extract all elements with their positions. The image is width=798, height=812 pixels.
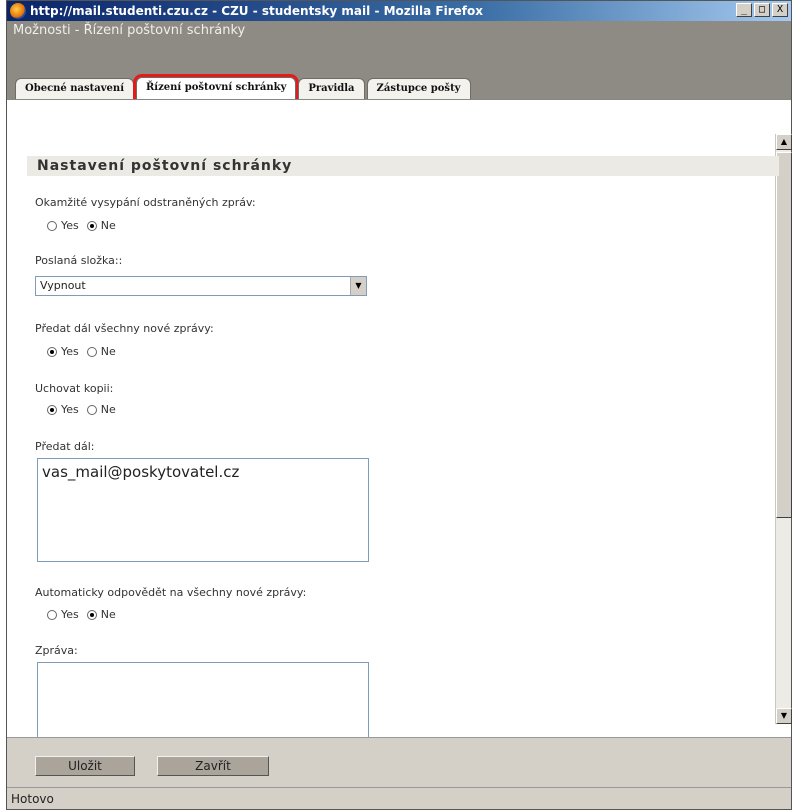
forward-all-no-radio[interactable] (86, 346, 97, 357)
auto-reply-no-label: Ne (100, 608, 116, 621)
purge-yes-label: Yes (61, 219, 79, 232)
keep-copy-label: Uchovat kopii: (35, 382, 114, 395)
keep-copy-yes-label: Yes (61, 403, 79, 416)
footer-bar: Uložit Zavřít (7, 737, 791, 787)
forward-all-no-label: Ne (100, 345, 116, 358)
purge-no-label: Ne (100, 219, 116, 232)
tab-general[interactable]: Obecné nastavení (15, 78, 134, 99)
title-bar: http://mail.studenti.czu.cz - CZU - stud… (7, 1, 791, 21)
purge-yes-radio[interactable] (47, 220, 57, 231)
sent-folder-value: Vypnout (40, 279, 86, 292)
scroll-thumb[interactable] (776, 152, 792, 518)
message-textarea[interactable] (37, 662, 369, 738)
forward-to-label: Předat dál: (35, 440, 95, 453)
tab-mailbox-management[interactable]: Řízení poštovní schránky (132, 74, 300, 102)
forward-all-yes-radio[interactable] (47, 346, 57, 357)
sent-folder-label: Poslaná složka:: (35, 254, 123, 267)
firefox-icon (10, 3, 26, 19)
keep-copy-yes-radio[interactable] (47, 404, 57, 415)
save-button[interactable]: Uložit (35, 756, 135, 776)
close-button[interactable]: X (772, 3, 788, 17)
keep-copy-radio-group: Yes Ne (47, 403, 120, 416)
window-title: http://mail.studenti.czu.cz - CZU - stud… (30, 4, 483, 18)
minimize-button[interactable]: _ (736, 3, 752, 17)
message-label: Zpráva: (35, 644, 78, 657)
maximize-button[interactable]: □ (754, 3, 770, 17)
tab-mail-delegate[interactable]: Zástupce pošty (366, 78, 471, 99)
scroll-down-icon[interactable]: ▼ (776, 708, 792, 724)
scroll-up-icon[interactable]: ▲ (776, 134, 792, 150)
sent-folder-select[interactable]: Vypnout ▼ (35, 276, 367, 296)
dropdown-arrow-icon[interactable]: ▼ (350, 277, 366, 295)
status-bar: Hotovo (7, 787, 791, 809)
purge-label: Okamžité vysypání odstraněných zpráv: (35, 196, 256, 209)
page-title: Možnosti - Řízení poštovní schránky (13, 23, 246, 38)
content-area: ▲ ▼ Nastavení poštovní schránky Okamžité… (7, 99, 792, 738)
purge-radio-group: Yes Ne (47, 219, 120, 232)
keep-copy-no-label: Ne (100, 403, 116, 416)
forward-all-radio-group: Yes Ne (47, 345, 120, 358)
tab-bar: Obecné nastavení Řízení poštovní schránk… (15, 74, 473, 102)
auto-reply-radio-group: Yes Ne (47, 608, 120, 621)
auto-reply-no-radio[interactable] (86, 609, 97, 620)
vertical-scrollbar[interactable]: ▲ ▼ (775, 134, 792, 724)
browser-window: http://mail.studenti.czu.cz - CZU - stud… (6, 0, 792, 810)
tab-rules[interactable]: Pravidla (298, 78, 365, 99)
purge-no-radio[interactable] (86, 220, 97, 231)
forward-to-textarea[interactable]: vas_mail@poskytovatel.cz (37, 458, 369, 562)
forward-all-label: Předat dál všechny nové zprávy: (35, 322, 214, 335)
close-dialog-button[interactable]: Zavřít (157, 756, 269, 776)
auto-reply-label: Automaticky odpovědět na všechny nové zp… (35, 586, 307, 599)
forward-all-yes-label: Yes (61, 345, 79, 358)
window-controls: _ □ X (736, 3, 788, 17)
auto-reply-yes-label: Yes (61, 608, 79, 621)
keep-copy-no-radio[interactable] (86, 404, 97, 415)
auto-reply-yes-radio[interactable] (47, 609, 57, 620)
section-title: Nastavení poštovní schránky (27, 156, 779, 176)
page-header: Možnosti - Řízení poštovní schránky Obec… (7, 21, 791, 102)
